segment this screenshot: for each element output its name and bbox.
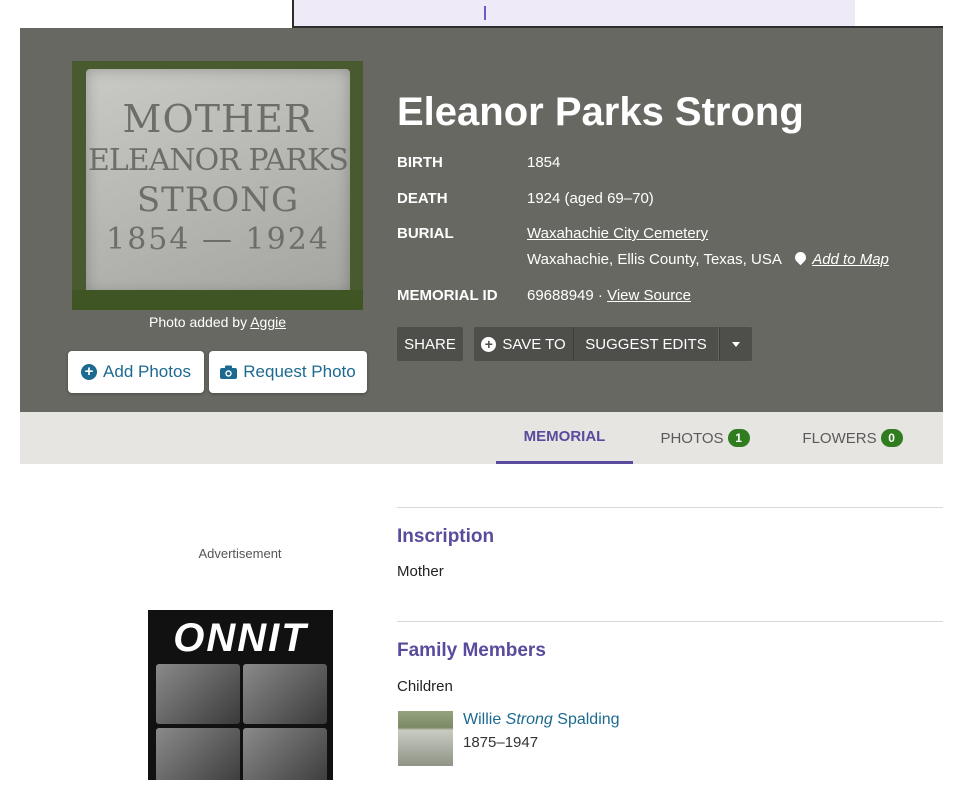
- advertisement-banner[interactable]: ONNIT: [148, 610, 333, 780]
- tab-flowers-label: FLOWERS: [802, 429, 877, 447]
- child-first-name: Willie: [463, 711, 502, 728]
- save-to-label: SAVE TO: [502, 335, 566, 353]
- children-label: Children: [397, 678, 453, 695]
- camera-icon: [220, 365, 238, 379]
- tab-photos[interactable]: PHOTOS 1: [645, 412, 765, 464]
- stone-line-2: ELEANOR PARKS: [87, 143, 349, 178]
- burial-cemetery-link[interactable]: Waxahachie City Cemetery: [527, 225, 708, 242]
- family-members-heading: Family Members: [397, 640, 546, 661]
- add-photos-button[interactable]: + Add Photos: [68, 351, 204, 393]
- more-actions-button[interactable]: [719, 327, 752, 361]
- stone-line-3: STRONG: [136, 180, 300, 220]
- photos-count-badge: 1: [727, 429, 750, 447]
- share-label: SHARE: [404, 335, 456, 353]
- child-photo-thumbnail[interactable]: [398, 711, 453, 766]
- headstone-photo[interactable]: MOTHER ELEANOR PARKS STRONG 1854 — 1924: [72, 61, 363, 310]
- divider: [397, 621, 943, 622]
- inscription-text: Mother: [397, 563, 444, 580]
- burial-location-text: Waxahachie, Ellis County, Texas, USA: [527, 251, 782, 268]
- tab-memorial-label: MEMORIAL: [523, 428, 606, 445]
- child-maiden-name: Strong: [505, 711, 553, 728]
- flowers-count-badge: 0: [880, 429, 903, 447]
- plus-circle-icon: +: [481, 336, 497, 352]
- death-label: DEATH: [397, 190, 448, 207]
- suggest-edits-label: SUGGEST EDITS: [585, 335, 707, 353]
- burial-label: BURIAL: [397, 225, 454, 242]
- tab-photos-label: PHOTOS: [660, 429, 724, 447]
- id-separator: ·: [597, 287, 603, 304]
- cemetery-link[interactable]: Waxahachie City Cemetery: [527, 225, 708, 242]
- ad-image-tile: [156, 728, 240, 780]
- headstone: MOTHER ELEANOR PARKS STRONG 1854 — 1924: [86, 69, 350, 294]
- stone-line-1: MOTHER: [122, 97, 314, 141]
- add-to-map-link[interactable]: Add to Map: [792, 249, 889, 268]
- plus-circle-icon: +: [81, 364, 98, 380]
- page-title: Eleanor Parks Strong: [397, 90, 804, 134]
- child-dates: 1875–1947: [463, 734, 539, 751]
- birth-value: 1854: [527, 154, 561, 171]
- save-to-button[interactable]: + SAVE TO: [474, 327, 573, 361]
- advertisement-label: Advertisement: [198, 546, 282, 561]
- text-caret: [484, 6, 486, 20]
- request-photo-label: Request Photo: [243, 362, 356, 381]
- photo-credit-user-link[interactable]: Aggie: [250, 314, 286, 330]
- add-to-map-label[interactable]: Add to Map: [812, 251, 889, 268]
- ad-image-tile: [243, 728, 327, 780]
- ad-brand: ONNIT: [173, 616, 308, 660]
- grass: [72, 290, 363, 310]
- top-search-bar-fragment[interactable]: [292, 0, 943, 28]
- divider: [397, 507, 943, 508]
- map-pin-icon: [792, 249, 809, 266]
- inscription-heading: Inscription: [397, 526, 495, 547]
- ad-image-tile: [243, 664, 327, 724]
- add-photos-label: Add Photos: [103, 362, 191, 381]
- share-button[interactable]: SHARE: [397, 327, 463, 361]
- top-bar-white-area: [855, 0, 943, 26]
- request-photo-button[interactable]: Request Photo: [209, 351, 367, 393]
- photo-credit: Photo added by Aggie: [72, 314, 363, 330]
- photo-credit-prefix: Photo added by: [148, 314, 248, 330]
- memorial-id: 69688949 · View Source: [527, 287, 691, 304]
- ad-image-tile: [156, 664, 240, 724]
- child-last-name: Spalding: [557, 711, 620, 728]
- memorial-id-value: 69688949: [527, 287, 594, 304]
- view-source-link[interactable]: View Source: [607, 287, 691, 304]
- chevron-down-icon: [732, 341, 740, 347]
- tab-flowers[interactable]: FLOWERS 0: [790, 412, 915, 464]
- suggest-edits-button[interactable]: SUGGEST EDITS: [573, 327, 718, 361]
- burial-location: Waxahachie, Ellis County, Texas, USA Add…: [527, 249, 889, 268]
- memorial-id-label: MEMORIAL ID: [397, 287, 498, 304]
- death-value: 1924 (aged 69–70): [527, 190, 654, 207]
- tab-memorial[interactable]: MEMORIAL: [496, 412, 633, 464]
- child-name-link[interactable]: Willie Strong Spalding: [463, 711, 620, 729]
- birth-label: BIRTH: [397, 154, 443, 171]
- stone-line-4: 1854 — 1924: [106, 222, 330, 257]
